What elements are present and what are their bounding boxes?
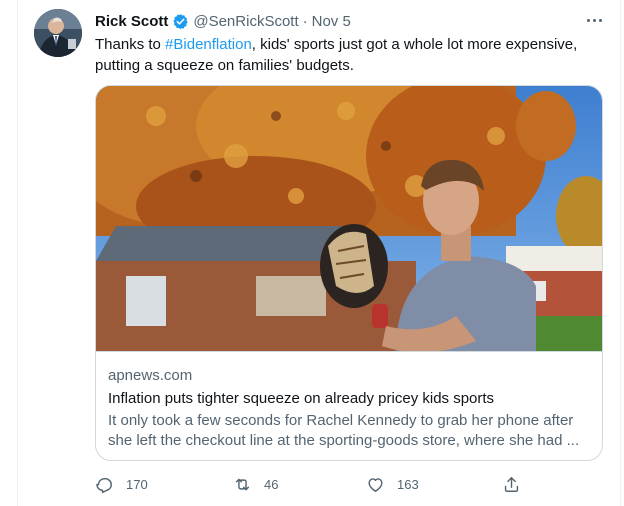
separator-dot: · [302,12,308,30]
like-count: 163 [397,476,419,492]
retweet-button[interactable]: 46 [233,474,278,494]
more-horizontal-icon[interactable] [583,12,605,28]
card-domain: apnews.com [108,367,193,384]
tweet-text-before: Thanks to [95,36,166,53]
share-icon [502,475,521,494]
retweet-icon [233,475,252,494]
author-name[interactable]: Rick Scott [95,13,168,30]
reply-icon [95,475,114,494]
card-title[interactable]: Inflation puts tighter squeeze on alread… [108,389,588,409]
heart-icon [366,475,385,494]
card-description: It only took a few seconds for Rachel Ke… [108,412,580,449]
tweet-header: Rick Scott @SenRickScott · Nov 5 [95,11,351,31]
retweet-count: 46 [264,476,279,492]
author-handle[interactable]: @SenRickScott [193,13,298,30]
like-button[interactable]: 163 [366,474,419,494]
reply-count: 170 [126,476,148,492]
card-image[interactable] [96,86,602,352]
reply-button[interactable]: 170 [95,474,148,494]
timeline-border-right [620,0,621,506]
verified-badge-icon [172,13,189,30]
timeline-border-left [17,0,18,506]
tweet-date[interactable]: Nov 5 [312,13,351,30]
tweet-actions: 170 46 163 [95,474,525,494]
tweet-text: Thanks to #Bidenflation, kids' sports ju… [95,34,605,76]
avatar[interactable] [34,9,82,57]
hashtag-link[interactable]: #Bidenflation [165,36,252,53]
share-button[interactable] [502,474,521,494]
link-card[interactable]: apnews.com Inflation puts tighter squeez… [95,85,603,461]
card-meta: apnews.com Inflation puts tighter squeez… [108,366,588,451]
